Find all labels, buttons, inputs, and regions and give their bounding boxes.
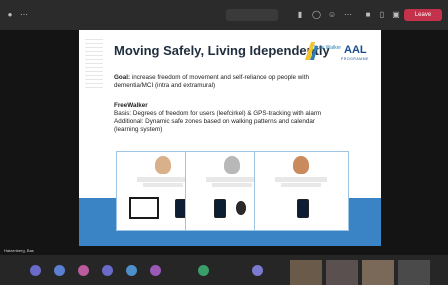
basis-line: Basis: Degrees of freedom for users (lee… xyxy=(114,110,322,117)
more-icon[interactable]: ⋯ xyxy=(20,11,28,19)
leave-button[interactable]: Leave xyxy=(404,9,442,21)
participant-avatar[interactable] xyxy=(150,265,161,276)
goal-line-2: dementia/MCI (intra and extramural) xyxy=(114,82,216,89)
participant-avatar[interactable] xyxy=(78,265,89,276)
slide-decoration xyxy=(85,38,103,88)
participant-avatar[interactable] xyxy=(54,265,65,276)
phone-icon xyxy=(297,199,309,218)
app-menu-icon[interactable]: ● xyxy=(6,11,14,19)
phone-icon xyxy=(214,199,226,218)
aal-logo: AAL xyxy=(344,44,367,56)
family-avatar xyxy=(293,156,309,174)
participant-avatar[interactable] xyxy=(252,265,263,276)
participant-avatar[interactable] xyxy=(30,265,41,276)
scenario-card-family xyxy=(254,151,349,231)
goal-text: increase freedom of movement and self-re… xyxy=(131,74,309,81)
aal-logo-subtitle: PROGRAMME xyxy=(341,57,369,61)
additional-line: Additional: Dynamic safe zones based on … xyxy=(114,118,315,125)
participant-avatar[interactable] xyxy=(126,265,137,276)
goal-line: Goal: increase freedom of movement and s… xyxy=(114,74,309,82)
goal-label: Goal: xyxy=(114,74,131,81)
participant-avatar[interactable] xyxy=(198,265,209,276)
monitor-icon xyxy=(129,197,159,219)
participant-video[interactable] xyxy=(398,260,430,285)
mic-icon[interactable]: ▯ xyxy=(378,11,386,19)
presentation-slide: Moving Safely, Living Idependently Free … xyxy=(79,30,381,246)
share-icon[interactable]: ▣ xyxy=(392,11,400,19)
participant-video[interactable] xyxy=(290,260,322,285)
more-actions-icon[interactable]: ⋯ xyxy=(344,11,352,19)
people-icon[interactable]: ▮ xyxy=(296,11,304,19)
slide-title: Moving Safely, Living Idependently xyxy=(114,43,330,58)
camera-icon[interactable]: ■ xyxy=(364,11,372,19)
additional-line-2: (learning system) xyxy=(114,126,163,133)
caregiver-avatar xyxy=(155,156,171,174)
participant-video[interactable] xyxy=(362,260,394,285)
card-caption xyxy=(265,177,337,188)
meeting-toolbar: ● ⋯ ▮ ◯ ☺ ⋯ ■ ▯ ▣ Leave xyxy=(0,0,448,30)
freewalker-logo-text: Free Walker xyxy=(314,45,342,51)
participant-name-label: Hatzenberg, Bas xyxy=(4,248,34,253)
elderly-avatar xyxy=(224,156,240,174)
participant-avatar[interactable] xyxy=(102,265,113,276)
freewalker-logo xyxy=(305,42,318,60)
reactions-icon[interactable]: ☺ xyxy=(328,11,336,19)
freewalker-heading: FreeWalker xyxy=(114,102,148,109)
tracker-icon xyxy=(236,201,246,215)
participant-video[interactable] xyxy=(326,260,358,285)
chat-icon[interactable]: ◯ xyxy=(312,11,321,19)
call-timer xyxy=(226,9,278,21)
